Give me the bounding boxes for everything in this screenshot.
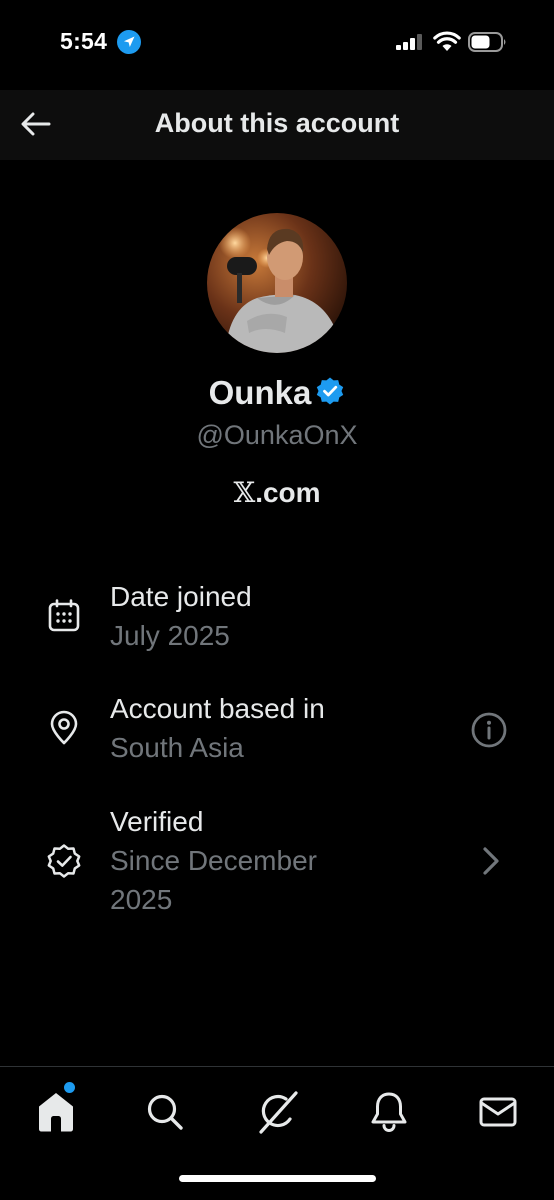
location-arrow-icon: [117, 30, 141, 54]
verified-row[interactable]: Verified Since December 2025: [0, 803, 554, 923]
location-pin-icon: [50, 710, 78, 745]
account-based-in-value: South Asia: [110, 732, 244, 763]
status-time: 5:54: [60, 28, 108, 54]
chevron-right-icon[interactable]: [471, 841, 511, 881]
page-title: About this account: [154, 108, 400, 138]
status-bar: 5:54: [0, 0, 554, 90]
verified-badge-icon: [317, 377, 344, 405]
nav-header: About this account: [0, 90, 554, 160]
x-logo-icon: 𝕏: [233, 476, 256, 509]
affiliation-domain: .com: [255, 477, 321, 508]
verified-value-line2: 2025: [110, 884, 173, 915]
messages-icon[interactable]: [473, 1087, 523, 1137]
account-based-in-row: Account based in South Asia: [0, 690, 554, 770]
home-icon[interactable]: [31, 1087, 81, 1137]
avatar[interactable]: [207, 213, 347, 353]
grok-icon[interactable]: [252, 1087, 302, 1137]
account-based-in-label: Account based in: [110, 693, 325, 724]
battery-icon: [468, 32, 506, 52]
display-name: Ounka: [208, 374, 312, 411]
affiliation-link[interactable]: 𝕏.com: [0, 476, 554, 509]
verified-badge-outline-icon: [47, 844, 81, 878]
info-icon[interactable]: [469, 710, 509, 750]
home-notification-dot: [64, 1082, 75, 1093]
verified-label: Verified: [110, 806, 204, 837]
notifications-icon[interactable]: [364, 1087, 414, 1137]
wifi-icon: [433, 31, 461, 51]
date-joined-label: Date joined: [110, 581, 252, 612]
home-indicator: [179, 1175, 376, 1182]
calendar-icon: [48, 599, 80, 632]
username-handle: @OunkaOnX: [196, 420, 358, 450]
verified-value-line1: Since December: [110, 845, 317, 876]
search-icon[interactable]: [140, 1087, 190, 1137]
date-joined-row: Date joined July 2025: [0, 578, 554, 658]
display-name-row: Ounka: [0, 374, 554, 412]
date-joined-value: July 2025: [110, 620, 230, 651]
cellular-signal-icon: [396, 34, 422, 50]
